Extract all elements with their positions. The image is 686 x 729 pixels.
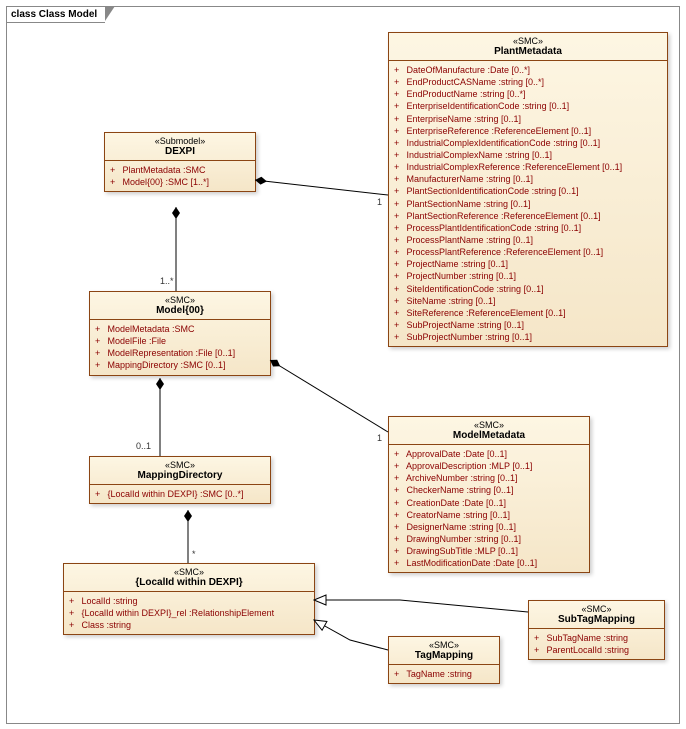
class-name: DEXPI bbox=[111, 146, 249, 157]
stereotype: «SMC» bbox=[70, 567, 308, 577]
mult-mapping-local: * bbox=[192, 549, 196, 559]
stereotype: «SMC» bbox=[96, 295, 264, 305]
class-header: «SMC» SubTagMapping bbox=[529, 601, 664, 629]
mult-plantmeta: 1 bbox=[377, 197, 382, 207]
class-name: Model{00} bbox=[96, 305, 264, 316]
class-header: «SMC» MappingDirectory bbox=[90, 457, 270, 485]
mult-model-mapping: 0..1 bbox=[136, 441, 151, 451]
class-name: MappingDirectory bbox=[96, 470, 264, 481]
frame-title: class Class Model bbox=[6, 6, 105, 23]
class-name: SubTagMapping bbox=[535, 614, 658, 625]
class-attrs: + {LocalId within DEXPI} :SMC [0..*] bbox=[90, 485, 270, 503]
stereotype: «SMC» bbox=[535, 604, 658, 614]
class-header: «SMC» TagMapping bbox=[389, 637, 499, 665]
class-name: ModelMetadata bbox=[395, 430, 583, 441]
class-dexpi: «Submodel» DEXPI + PlantMetadata :SMC+ M… bbox=[104, 132, 256, 192]
class-subtagmapping: «SMC» SubTagMapping + SubTagName :string… bbox=[528, 600, 665, 660]
class-tagmapping: «SMC» TagMapping + TagName :string bbox=[388, 636, 500, 684]
class-attrs: + SubTagName :string+ ParentLocalId :str… bbox=[529, 629, 664, 659]
class-attrs: + PlantMetadata :SMC+ Model{00} :SMC [1.… bbox=[105, 161, 255, 191]
stereotype: «SMC» bbox=[395, 36, 661, 46]
class-header: «Submodel» DEXPI bbox=[105, 133, 255, 161]
class-attrs: + LocalId :string+ {LocalId within DEXPI… bbox=[64, 592, 314, 634]
stereotype: «SMC» bbox=[96, 460, 264, 470]
class-mappingdirectory: «SMC» MappingDirectory + {LocalId within… bbox=[89, 456, 271, 504]
class-attrs: + ModelMetadata :SMC+ ModelFile :File+ M… bbox=[90, 320, 270, 375]
class-modelmetadata: «SMC» ModelMetadata + ApprovalDate :Date… bbox=[388, 416, 590, 573]
class-name: TagMapping bbox=[395, 650, 493, 661]
mult-dexpi-model: 1..* bbox=[160, 276, 174, 286]
class-attrs: + DateOfManufacture :Date [0..*]+ EndPro… bbox=[389, 61, 667, 346]
class-header: «SMC» PlantMetadata bbox=[389, 33, 667, 61]
class-localid: «SMC» {LocalId within DEXPI} + LocalId :… bbox=[63, 563, 315, 635]
class-attrs: + ApprovalDate :Date [0..1]+ ApprovalDes… bbox=[389, 445, 589, 572]
class-header: «SMC» ModelMetadata bbox=[389, 417, 589, 445]
stereotype: «Submodel» bbox=[111, 136, 249, 146]
class-name: {LocalId within DEXPI} bbox=[70, 577, 308, 588]
stereotype: «SMC» bbox=[395, 420, 583, 430]
class-model00: «SMC» Model{00} + ModelMetadata :SMC+ Mo… bbox=[89, 291, 271, 376]
class-header: «SMC» {LocalId within DEXPI} bbox=[64, 564, 314, 592]
class-name: PlantMetadata bbox=[395, 46, 661, 57]
mult-modelmeta: 1 bbox=[377, 433, 382, 443]
class-attrs: + TagName :string bbox=[389, 665, 499, 683]
class-plantmetadata: «SMC» PlantMetadata + DateOfManufacture … bbox=[388, 32, 668, 347]
class-header: «SMC» Model{00} bbox=[90, 292, 270, 320]
stereotype: «SMC» bbox=[395, 640, 493, 650]
